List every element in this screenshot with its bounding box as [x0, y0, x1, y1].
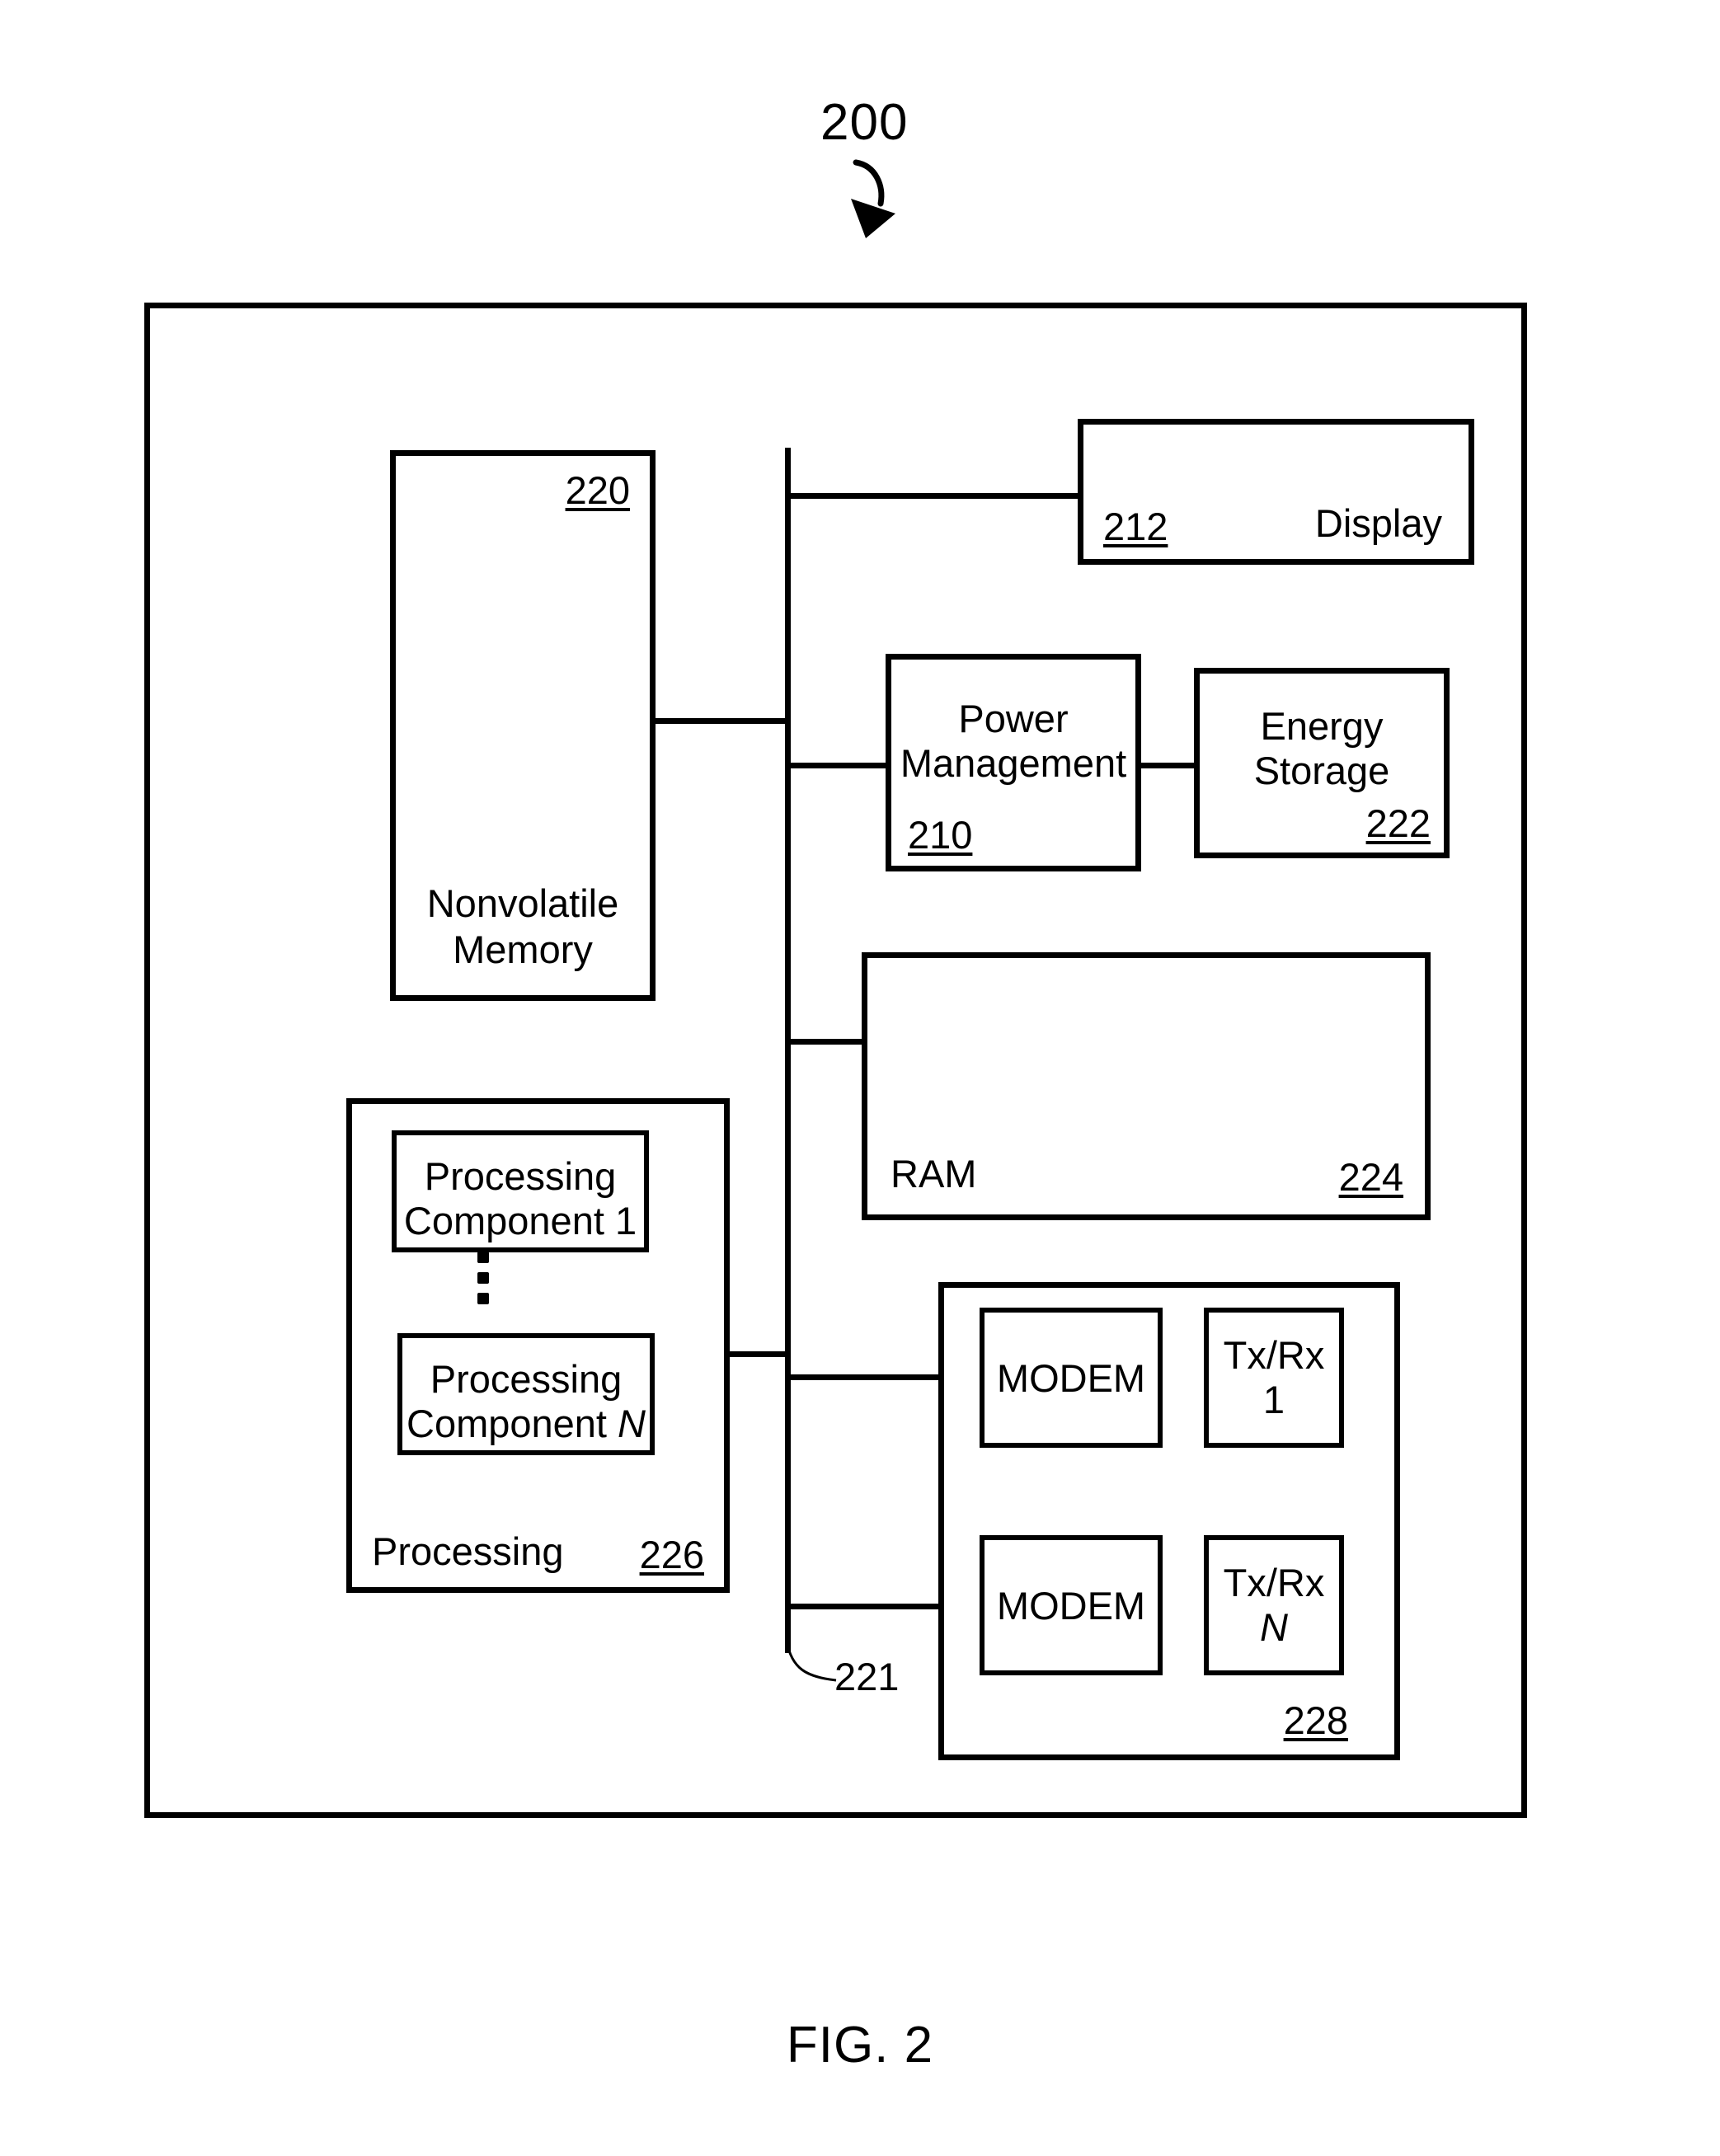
block-modem-n[interactable]: MODEM — [980, 1535, 1163, 1675]
wire-nonvolatile-memory-to-bus — [651, 718, 791, 724]
nonvolatile-memory-label-line1: Nonvolatile — [426, 881, 619, 925]
modem-1-label: MODEM — [996, 1356, 1146, 1400]
bus-leader-line — [785, 1640, 837, 1682]
power-management-label-line1: Power — [958, 697, 1069, 740]
processing-component-n-label-line2-text: Component N — [407, 1402, 646, 1445]
wire-bus-to-ram — [785, 1039, 867, 1045]
ref-210: 210 — [908, 813, 973, 857]
processing-component-1-label-line1: Processing — [424, 1154, 617, 1198]
processing-label: Processing — [372, 1529, 564, 1573]
figure-caption: FIG. 2 — [786, 2017, 934, 2074]
wire-power-management-to-energy-storage — [1141, 763, 1194, 768]
processing-component-1-label-line2: Component 1 — [403, 1199, 637, 1242]
ref-228: 228 — [1283, 1698, 1348, 1742]
block-nonvolatile-memory[interactable]: 220 Nonvolatile Memory — [390, 450, 656, 1001]
block-transceiver-n[interactable]: Tx/Rx N — [1204, 1535, 1344, 1675]
transceiver-1-label-line1: Tx/Rx — [1223, 1333, 1325, 1377]
ref-224: 224 — [1338, 1155, 1403, 1199]
nonvolatile-memory-label-line2: Memory — [453, 927, 593, 971]
ref-222: 222 — [1365, 801, 1431, 845]
ref-226: 226 — [639, 1533, 704, 1576]
processing-component-n-label-line2: Component N — [402, 1401, 650, 1446]
vertical-ellipsis-icon — [467, 1252, 500, 1304]
block-transceiver-1[interactable]: Tx/Rx 1 — [1204, 1308, 1344, 1448]
block-energy-storage[interactable]: Energy Storage 222 — [1194, 668, 1450, 858]
block-ram[interactable]: RAM 224 — [862, 952, 1431, 1220]
block-processing-component-n[interactable]: Processing Component N — [397, 1333, 655, 1455]
wire-bus-to-power-management — [785, 763, 886, 768]
display-label: Display — [1314, 500, 1442, 545]
processing-component-n-label-line1: Processing — [430, 1357, 623, 1401]
energy-storage-label-line2: Storage — [1253, 749, 1390, 792]
power-management-label-line2: Management — [900, 741, 1127, 785]
energy-storage-label-line1: Energy — [1260, 704, 1384, 748]
transceiver-n-label-line1: Tx/Rx — [1223, 1561, 1325, 1604]
block-display[interactable]: 212 Display — [1078, 419, 1474, 565]
system-reference-number: 200 — [820, 94, 909, 151]
wire-bus-to-display — [785, 493, 1082, 499]
transceiver-n-label-line2: N — [1260, 1605, 1288, 1649]
ref-220: 220 — [565, 468, 630, 512]
ref-212: 212 — [1103, 505, 1168, 548]
patent-figure-page: 200 220 Nonvolatile Memory 212 Display P — [0, 0, 1720, 2156]
block-processing[interactable]: Processing Component 1 Processing Compon… — [346, 1098, 730, 1593]
ram-label: RAM — [891, 1151, 977, 1195]
system-reference-arrow-icon — [851, 159, 895, 238]
wire-processing-to-bus — [729, 1351, 791, 1357]
block-processing-component-1[interactable]: Processing Component 1 — [392, 1130, 649, 1252]
block-modem-1[interactable]: MODEM — [980, 1308, 1163, 1448]
modem-n-label: MODEM — [996, 1584, 1146, 1628]
transceiver-1-label-line2: 1 — [1262, 1378, 1285, 1421]
system-bus-line — [785, 448, 791, 1653]
block-power-management[interactable]: Power Management 210 — [886, 654, 1141, 871]
